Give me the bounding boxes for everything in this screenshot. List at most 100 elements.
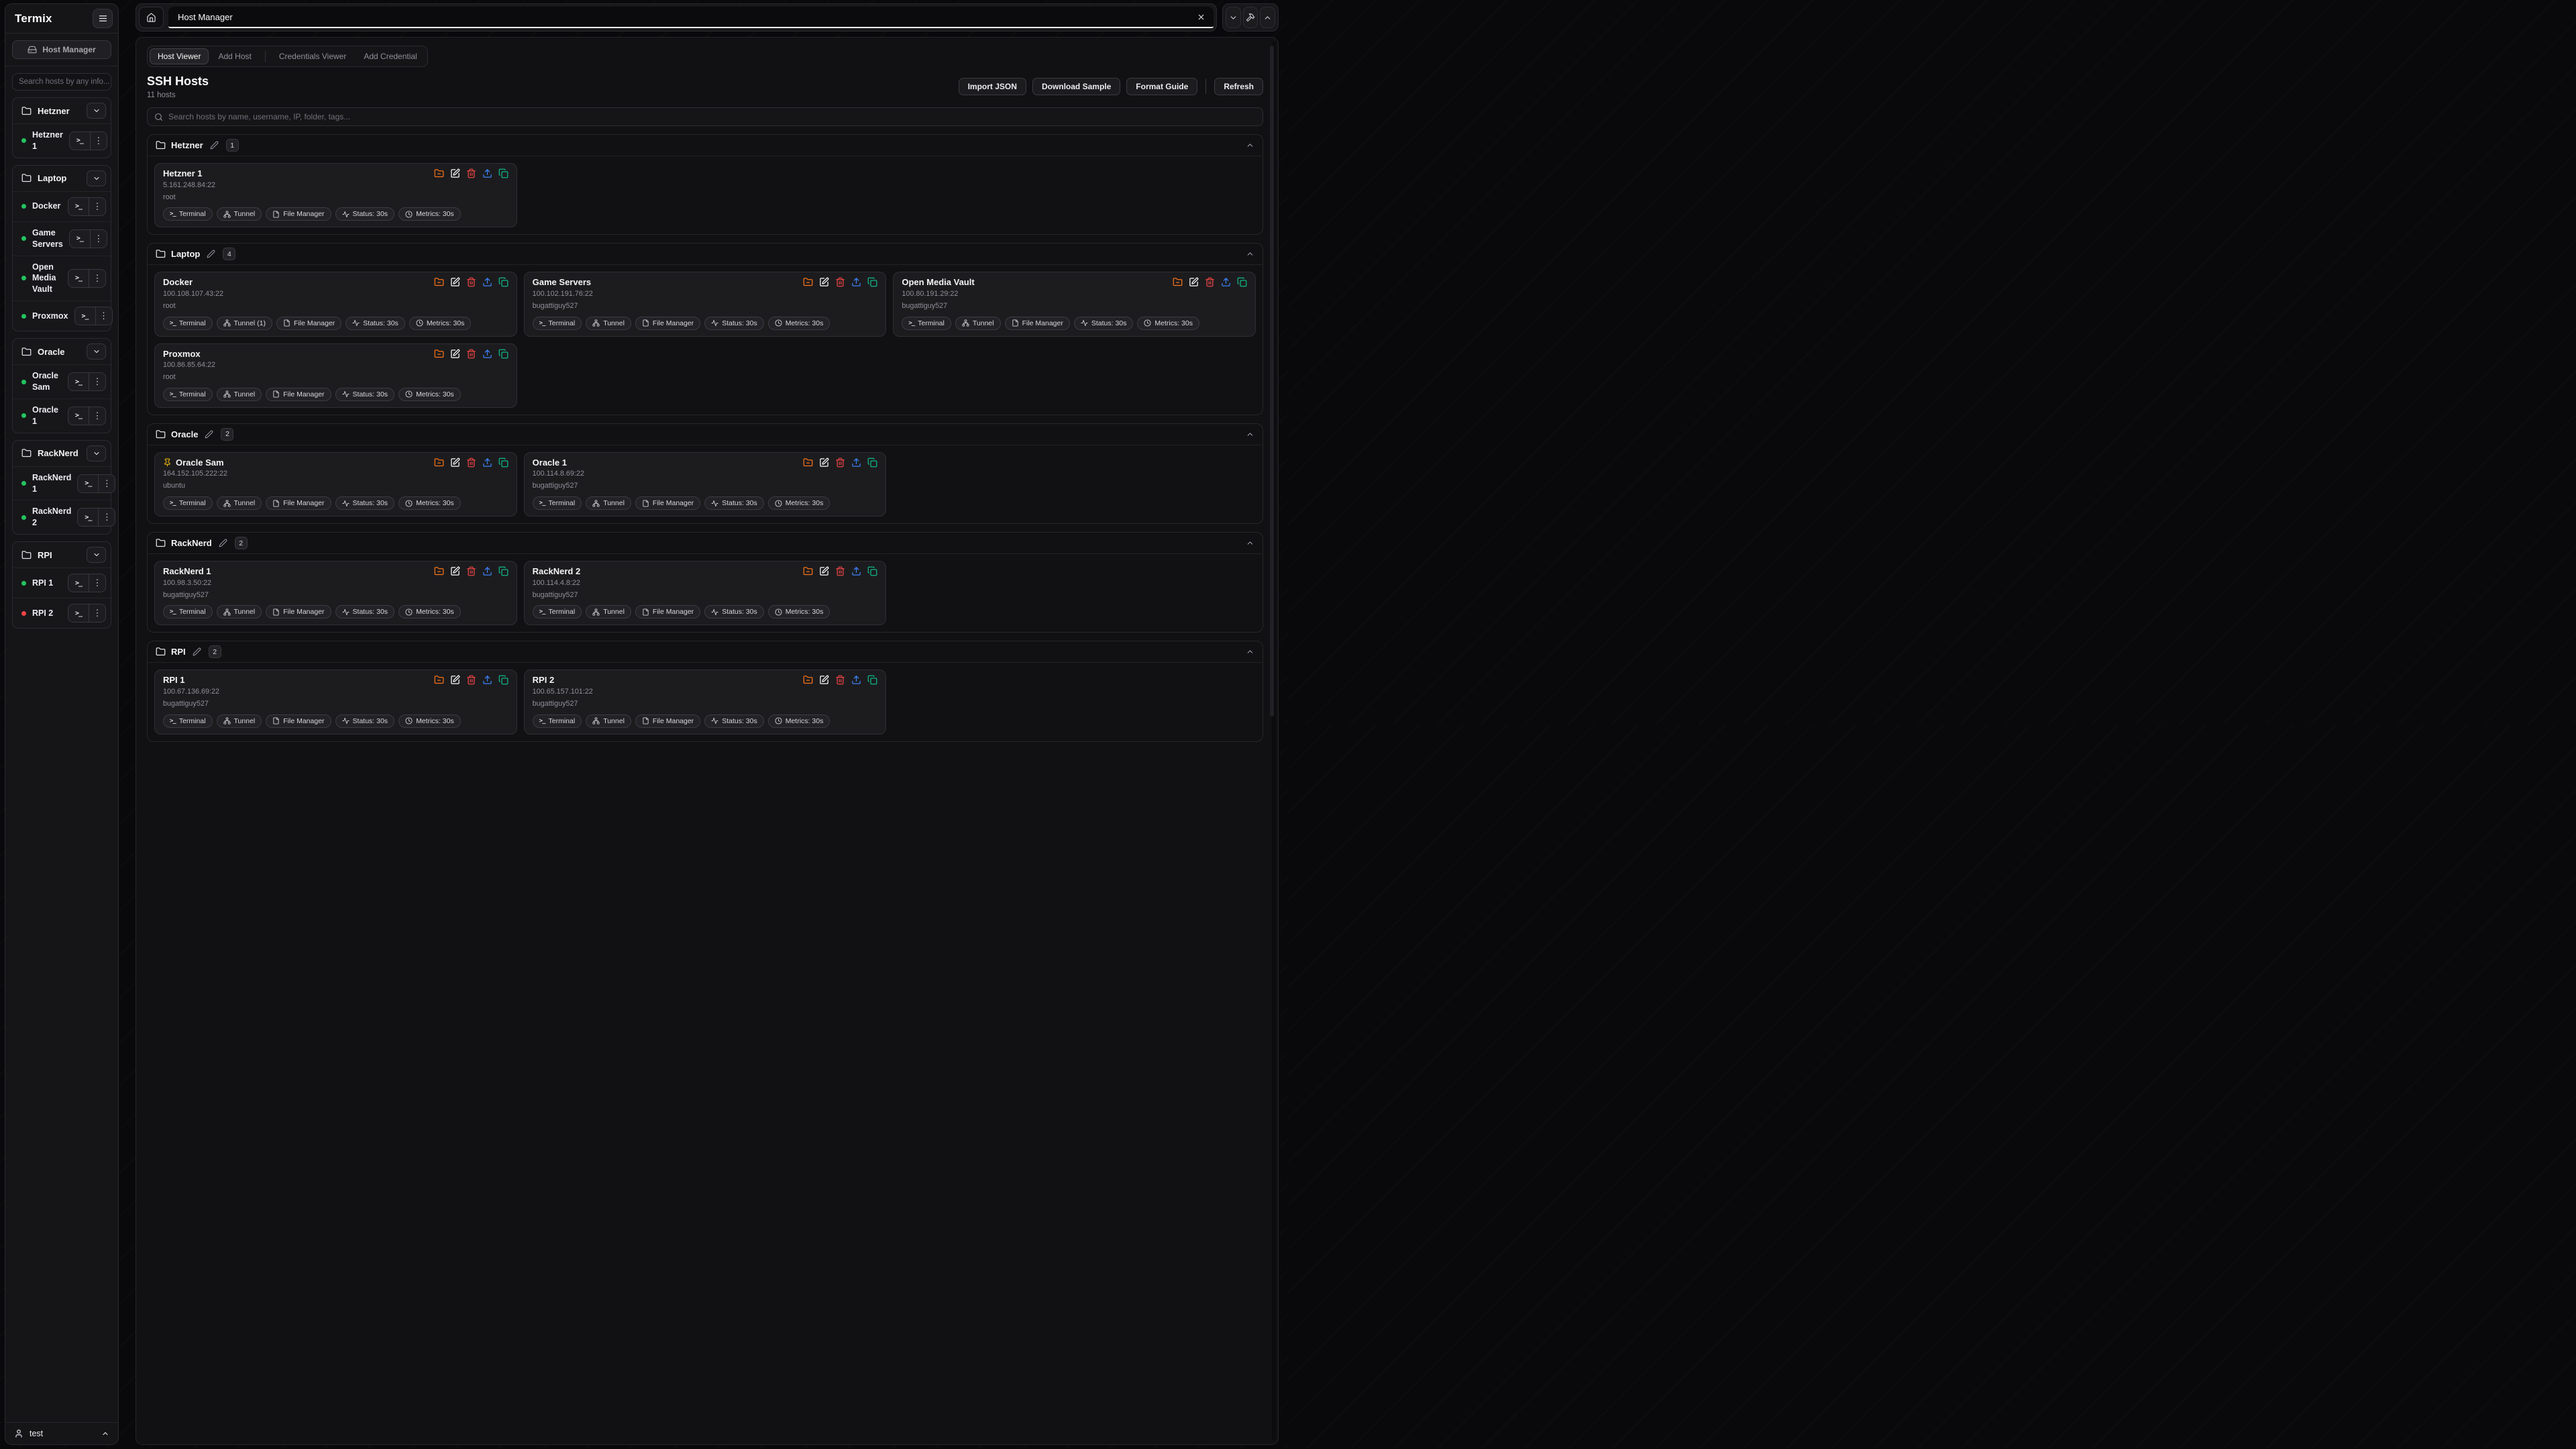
sidebar-host-row[interactable]: RPI 2 >_ ⋮ (13, 598, 111, 628)
export-host-button[interactable] (482, 168, 492, 178)
folder-collapse-button[interactable] (87, 170, 106, 186)
export-host-button[interactable] (482, 675, 492, 685)
tunnel-badge[interactable]: Tunnel (217, 388, 262, 401)
tools-button[interactable] (1243, 7, 1258, 28)
tunnel-badge[interactable]: Tunnel (217, 496, 262, 510)
edit-host-button[interactable] (450, 675, 460, 685)
host-menu-button[interactable]: ⋮ (89, 407, 105, 425)
host-manager-nav-button[interactable]: Host Manager (12, 40, 111, 59)
tunnel-badge[interactable]: Tunnel (586, 714, 631, 728)
sidebar-host-row[interactable]: Game Servers >_ ⋮ (13, 221, 111, 256)
host-terminal-button[interactable]: >_ (68, 198, 89, 215)
export-host-button[interactable] (851, 458, 861, 468)
folder-collapse-button[interactable] (87, 445, 106, 462)
export-host-button[interactable] (851, 675, 861, 685)
rename-folder-button[interactable] (205, 430, 213, 439)
host-terminal-button[interactable]: >_ (68, 604, 89, 622)
tunnel-badge[interactable]: Tunnel (586, 317, 631, 330)
download-sample-button[interactable]: Download Sample (1032, 78, 1120, 95)
remove-from-folder-button[interactable] (434, 566, 444, 576)
host-terminal-button[interactable]: >_ (68, 270, 89, 287)
delete-host-button[interactable] (466, 458, 476, 468)
duplicate-host-button[interactable] (498, 458, 508, 468)
sidebar-folder-header[interactable]: RPI (13, 542, 111, 568)
section-collapse-button[interactable] (1246, 141, 1254, 150)
duplicate-host-button[interactable] (498, 566, 508, 576)
terminal-badge[interactable]: >_ Terminal (163, 714, 213, 728)
host-terminal-button[interactable]: >_ (68, 574, 89, 592)
edit-host-button[interactable] (450, 458, 460, 468)
duplicate-host-button[interactable] (498, 349, 508, 359)
duplicate-host-button[interactable] (867, 675, 877, 685)
rename-folder-button[interactable] (210, 141, 219, 150)
file-manager-badge[interactable]: File Manager (635, 317, 700, 330)
export-host-button[interactable] (1221, 277, 1231, 287)
folder-collapse-button[interactable] (87, 103, 106, 119)
edit-host-button[interactable] (819, 675, 829, 685)
user-menu-row[interactable]: test (5, 1422, 118, 1444)
tab-add-host[interactable]: Add Host (210, 48, 259, 64)
delete-host-button[interactable] (835, 675, 845, 685)
home-button[interactable] (139, 7, 164, 28)
delete-host-button[interactable] (466, 277, 476, 287)
terminal-badge[interactable]: >_ Terminal (163, 496, 213, 510)
remove-from-folder-button[interactable] (803, 458, 813, 468)
duplicate-host-button[interactable] (867, 277, 877, 287)
terminal-badge[interactable]: >_ Terminal (163, 388, 213, 401)
scrollbar-thumb[interactable] (1270, 46, 1274, 716)
tunnel-badge[interactable]: Tunnel (1) (217, 317, 272, 330)
host-terminal-button[interactable]: >_ (75, 307, 95, 325)
export-host-button[interactable] (851, 277, 861, 287)
tab-credentials-viewer[interactable]: Credentials Viewer (271, 48, 355, 64)
sidebar-host-row[interactable]: RackNerd 1 >_ ⋮ (13, 466, 111, 500)
host-menu-button[interactable]: ⋮ (89, 604, 105, 622)
tunnel-badge[interactable]: Tunnel (217, 714, 262, 728)
collapse-down-button[interactable] (1226, 7, 1241, 28)
section-collapse-button[interactable] (1246, 539, 1254, 547)
sidebar-folder-header[interactable]: Hetzner (13, 98, 111, 123)
folder-collapse-button[interactable] (87, 547, 106, 563)
sidebar-host-row[interactable]: Docker >_ ⋮ (13, 191, 111, 221)
delete-host-button[interactable] (835, 277, 845, 287)
duplicate-host-button[interactable] (867, 458, 877, 468)
host-menu-button[interactable]: ⋮ (98, 475, 115, 492)
rename-folder-button[interactable] (193, 647, 201, 656)
file-manager-badge[interactable]: File Manager (635, 496, 700, 510)
export-host-button[interactable] (851, 566, 861, 576)
remove-from-folder-button[interactable] (434, 349, 444, 359)
tab-host-manager[interactable]: Host Manager (168, 7, 1214, 28)
tunnel-badge[interactable]: Tunnel (955, 317, 1001, 330)
refresh-button[interactable]: Refresh (1214, 78, 1263, 95)
host-menu-button[interactable]: ⋮ (90, 230, 107, 248)
terminal-badge[interactable]: >_ Terminal (533, 496, 582, 510)
tab-add-credential[interactable]: Add Credential (356, 48, 425, 64)
edit-host-button[interactable] (450, 277, 460, 287)
edit-host-button[interactable] (819, 566, 829, 576)
file-manager-badge[interactable]: File Manager (266, 207, 331, 221)
sidebar-host-row[interactable]: Oracle 1 >_ ⋮ (13, 398, 111, 433)
delete-host-button[interactable] (835, 458, 845, 468)
section-collapse-button[interactable] (1246, 430, 1254, 439)
sidebar-folder-header[interactable]: Laptop (13, 166, 111, 191)
file-manager-badge[interactable]: File Manager (635, 605, 700, 619)
sidebar-folder-header[interactable]: Oracle (13, 339, 111, 364)
tunnel-badge[interactable]: Tunnel (217, 605, 262, 619)
sidebar-host-row[interactable]: Oracle Sam >_ ⋮ (13, 364, 111, 398)
export-host-button[interactable] (482, 349, 492, 359)
delete-host-button[interactable] (466, 168, 476, 178)
host-terminal-button[interactable]: >_ (68, 407, 89, 425)
host-menu-button[interactable]: ⋮ (90, 132, 107, 150)
duplicate-host-button[interactable] (498, 675, 508, 685)
host-terminal-button[interactable]: >_ (78, 475, 98, 492)
sidebar-host-row[interactable]: RPI 1 >_ ⋮ (13, 568, 111, 598)
edit-host-button[interactable] (819, 277, 829, 287)
duplicate-host-button[interactable] (498, 277, 508, 287)
rename-folder-button[interactable] (219, 539, 227, 547)
host-menu-button[interactable]: ⋮ (89, 373, 105, 390)
remove-from-folder-button[interactable] (434, 277, 444, 287)
remove-from-folder-button[interactable] (1173, 277, 1183, 287)
sidebar-host-row[interactable]: Open Media Vault >_ ⋮ (13, 256, 111, 301)
file-manager-badge[interactable]: File Manager (266, 496, 331, 510)
terminal-badge[interactable]: >_ Terminal (533, 714, 582, 728)
collapse-up-button[interactable] (1260, 7, 1275, 28)
